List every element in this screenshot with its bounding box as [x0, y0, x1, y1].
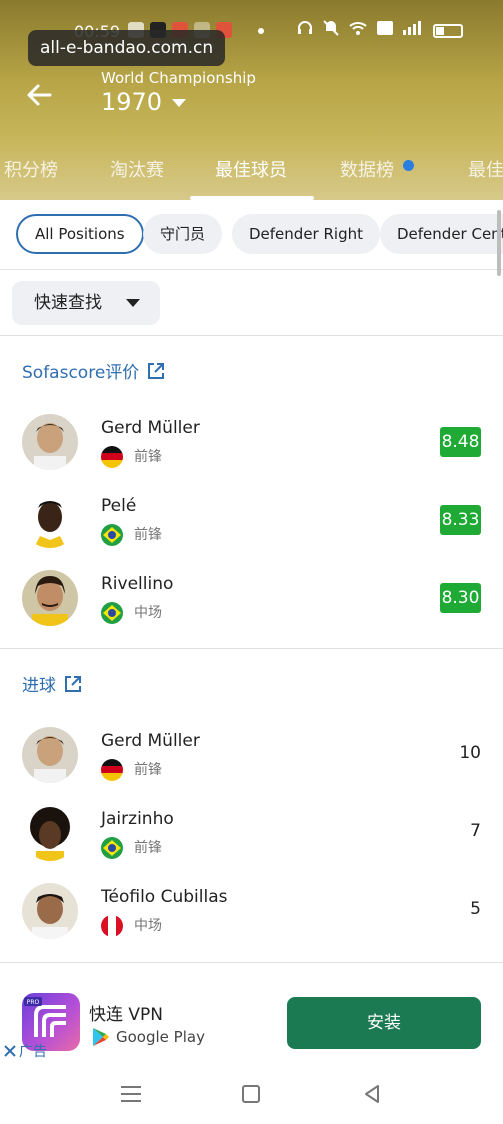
rating-badge: 8.30 [440, 583, 481, 613]
system-nav-bar [0, 1068, 503, 1124]
player-position: 前锋 [134, 527, 162, 543]
player-position: 中场 [134, 918, 162, 934]
divider [0, 648, 503, 649]
player-name: Jairzinho [101, 809, 174, 829]
peru-flag-icon [101, 915, 123, 937]
chip-goalkeeper[interactable]: 守门员 [143, 214, 223, 254]
tab-best-players[interactable]: 最佳球员 [215, 156, 287, 182]
external-link-icon [148, 362, 165, 379]
goals-count: 7 [470, 821, 481, 841]
url-badge: all-e-bandao.com.cn [28, 30, 226, 66]
tournament-name: World Championship [101, 69, 256, 87]
player-name: Téofilo Cubillas [101, 887, 228, 907]
new-badge-dot [403, 160, 414, 171]
section-title-rating[interactable]: Sofascore评价 [22, 358, 165, 383]
tab-knockout[interactable]: 淘汰赛 [110, 156, 164, 182]
header-banner: 00:59 all-e-bandao.com.cn World Champion… [0, 0, 503, 200]
player-position: 前锋 [134, 762, 162, 778]
quick-find-label: 快速查找 [34, 293, 102, 313]
player-position: 前锋 [134, 449, 162, 465]
headphones-icon [298, 21, 312, 34]
chevron-down-icon [126, 299, 140, 307]
goals-count: 5 [470, 899, 481, 919]
player-position: 前锋 [134, 840, 162, 856]
player-name: Pelé [101, 496, 137, 516]
chip-defender-center[interactable]: Defender Center [380, 214, 503, 254]
chip-all-positions[interactable]: All Positions [16, 214, 144, 254]
germany-flag-icon [101, 446, 123, 468]
player-row[interactable]: Jairzinho 前锋 7 [0, 805, 503, 883]
google-play-icon [93, 1028, 109, 1046]
rating-badge: 8.33 [440, 505, 481, 535]
position-filter-chips: All Positions 守门员 Defender Right Defende… [0, 200, 503, 270]
ad-label: 广告 [19, 1044, 47, 1060]
back-triangle-icon[interactable] [362, 1084, 382, 1104]
tab-best-partial[interactable]: 最佳 [468, 156, 503, 182]
scrollbar[interactable] [497, 210, 501, 276]
player-name: Gerd Müller [101, 418, 200, 438]
player-row[interactable]: Gerd Müller 前锋 8.48 [0, 414, 503, 492]
player-row[interactable]: Rivellino 中场 8.30 [0, 570, 503, 648]
season-label: 1970 [101, 88, 163, 116]
player-row[interactable]: Téofilo Cubillas 中场 5 [0, 883, 503, 961]
player-avatar [22, 883, 78, 939]
hd-icon [377, 21, 393, 35]
player-position: 中场 [134, 605, 162, 621]
google-play-label: Google Play [92, 1027, 205, 1047]
ad-app-name: 快连 VPN [89, 1005, 164, 1025]
tab-bar: 积分榜 淘汰赛 最佳球员 数据榜 最佳 [0, 148, 503, 200]
goals-count: 10 [459, 743, 481, 763]
pro-badge: PRO [27, 999, 40, 1006]
season-selector[interactable]: 1970 [101, 88, 187, 116]
tab-standings[interactable]: 积分榜 [4, 156, 58, 182]
player-avatar [22, 414, 78, 470]
section-title-goals[interactable]: 进球 [22, 671, 82, 696]
store-name: Google Play [116, 1028, 205, 1046]
quick-find-dropdown[interactable]: 快速查找 [12, 281, 160, 325]
ad-banner[interactable]: PRO 快连 VPN Google Play 安装 广告 [0, 975, 503, 1065]
recent-apps-icon[interactable] [121, 1086, 141, 1102]
player-name: Rivellino [101, 574, 174, 594]
rating-badge: 8.48 [440, 427, 481, 457]
player-avatar [22, 492, 78, 548]
player-name: Gerd Müller [101, 731, 200, 751]
section-title-label: 进球 [22, 676, 56, 696]
player-avatar [22, 805, 78, 861]
brazil-flag-icon [101, 524, 123, 546]
tab-stats[interactable]: 数据榜 [340, 156, 394, 182]
player-avatar [22, 570, 78, 626]
install-button[interactable]: 安装 [287, 997, 481, 1049]
signal-icon [403, 21, 421, 35]
mute-icon [323, 20, 339, 36]
brazil-flag-icon [101, 837, 123, 859]
germany-flag-icon [101, 759, 123, 781]
divider [0, 335, 503, 336]
section-title-label: Sofascore评价 [22, 363, 140, 383]
player-avatar [22, 727, 78, 783]
wifi-icon [349, 22, 367, 35]
home-icon[interactable] [242, 1085, 260, 1103]
ad-close-button[interactable]: 广告 [4, 1041, 47, 1061]
chevron-down-icon [172, 99, 187, 107]
close-icon [4, 1045, 16, 1057]
battery-icon [433, 24, 463, 38]
chip-defender-right[interactable]: Defender Right [232, 214, 380, 254]
player-row[interactable]: Gerd Müller 前锋 10 [0, 727, 503, 805]
divider [0, 962, 503, 963]
back-arrow-icon[interactable] [24, 80, 54, 110]
more-notifications-dot [258, 28, 264, 34]
player-row[interactable]: Pelé 前锋 8.33 [0, 492, 503, 570]
brazil-flag-icon [101, 602, 123, 624]
external-link-icon [65, 675, 81, 692]
